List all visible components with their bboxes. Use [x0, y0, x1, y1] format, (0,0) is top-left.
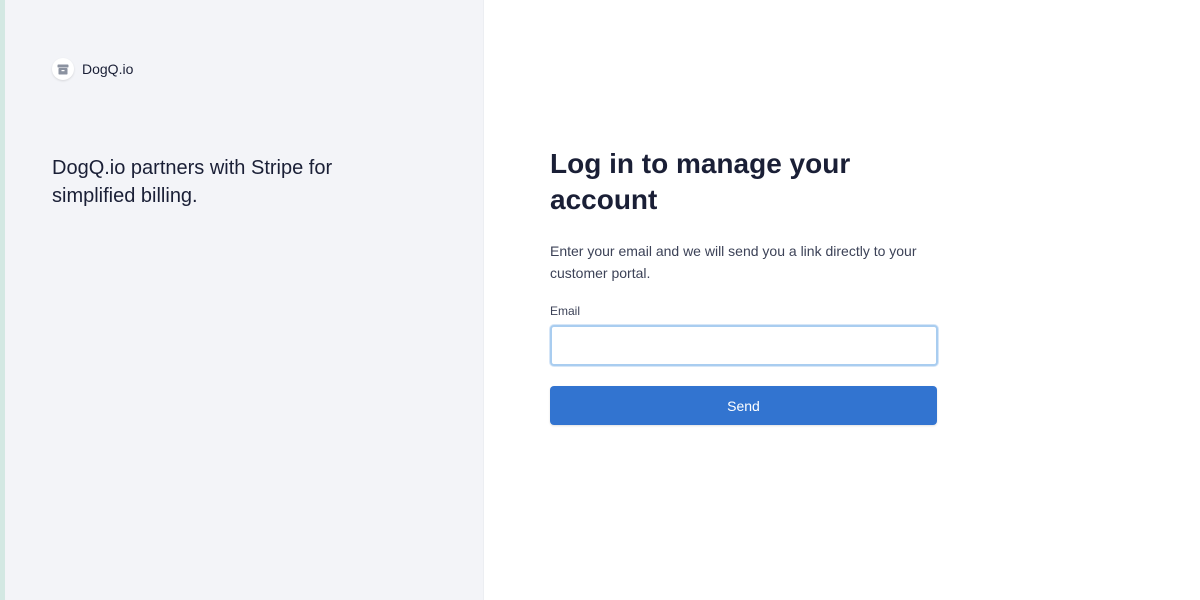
email-label: Email: [550, 304, 581, 318]
email-field[interactable]: [550, 325, 938, 366]
login-form: Log in to manage your account Enter your…: [550, 146, 938, 425]
panel-divider: [483, 0, 484, 600]
brand-name: DogQ.io: [82, 61, 134, 77]
tagline: DogQ.io partners with Stripe for simplif…: [52, 157, 333, 207]
store-icon: [52, 58, 74, 80]
left-panel: [5, 0, 483, 600]
send-button[interactable]: Send: [550, 386, 937, 425]
page: DogQ.io DogQ.io partners with Stripe for…: [0, 0, 1200, 600]
login-description: Enter your email and we will send you a …: [550, 243, 917, 281]
brand: DogQ.io: [52, 58, 133, 80]
page-title: Log in to manage your account: [550, 148, 851, 215]
